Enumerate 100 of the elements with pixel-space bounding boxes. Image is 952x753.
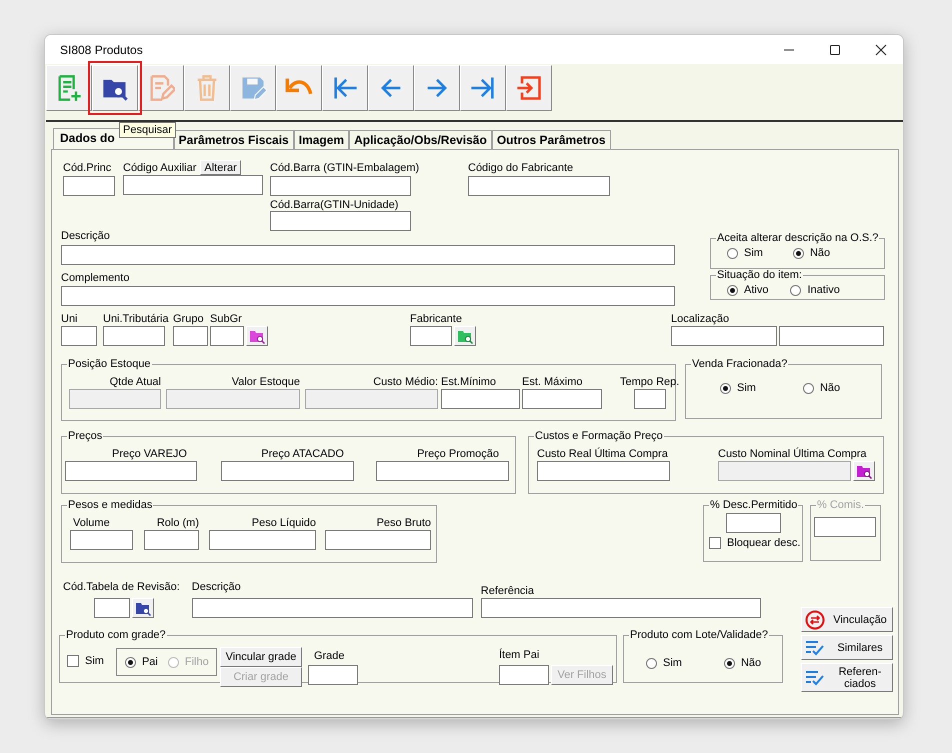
checkbox[interactable] bbox=[709, 537, 721, 549]
radio-button[interactable] bbox=[720, 382, 731, 394]
text-field[interactable] bbox=[726, 513, 781, 533]
group-title: Produto com Lote/Validade? bbox=[629, 629, 769, 641]
field-label: SubGr bbox=[210, 312, 242, 326]
radio-button[interactable] bbox=[792, 248, 804, 258]
folder-search-icon bbox=[135, 600, 151, 616]
text-field[interactable] bbox=[480, 598, 761, 618]
toolbar-button[interactable] bbox=[506, 65, 552, 111]
text-field[interactable] bbox=[63, 176, 115, 196]
field-label: Descrição bbox=[192, 580, 241, 594]
text-field[interactable] bbox=[325, 530, 431, 550]
lookup-button[interactable] bbox=[853, 461, 875, 481]
text-field[interactable] bbox=[94, 598, 130, 618]
tab[interactable]: Aplicação/Obs/Revisão bbox=[349, 130, 492, 149]
text-field[interactable] bbox=[671, 326, 777, 346]
list-check-icon bbox=[805, 638, 825, 656]
text-field[interactable] bbox=[634, 389, 666, 409]
group-title: Situação do item: bbox=[716, 269, 803, 281]
field-label: Est.Mínimo bbox=[441, 375, 496, 389]
radio-button[interactable] bbox=[646, 658, 657, 668]
text-field[interactable] bbox=[70, 530, 133, 550]
text-field[interactable] bbox=[441, 389, 520, 409]
text-field[interactable] bbox=[65, 461, 197, 481]
text-field[interactable] bbox=[192, 598, 473, 618]
alterar-button[interactable]: Alterar bbox=[200, 160, 241, 175]
toolbar-button[interactable] bbox=[414, 65, 460, 111]
radio-button[interactable] bbox=[724, 658, 735, 668]
toolbar-button[interactable] bbox=[276, 65, 322, 111]
toolbar-button[interactable] bbox=[460, 65, 506, 111]
text-field[interactable] bbox=[123, 175, 263, 195]
maximize-icon[interactable] bbox=[829, 44, 841, 56]
group-title: Aceita alterar descrição na O.S.? bbox=[716, 232, 880, 244]
window-title: SI808 Produtos bbox=[60, 42, 143, 56]
text-field[interactable] bbox=[468, 176, 610, 196]
text-field[interactable] bbox=[814, 517, 876, 537]
group-title: % Comis. bbox=[816, 499, 866, 511]
field-label: Custo Real Última Compra bbox=[537, 447, 668, 461]
text-field[interactable] bbox=[209, 530, 316, 550]
field-label: Cód.Barra (GTIN-Embalagem) bbox=[270, 161, 420, 176]
field-label: Est. Máximo bbox=[522, 375, 583, 389]
text-field[interactable] bbox=[410, 326, 452, 346]
radio-button[interactable] bbox=[124, 656, 136, 668]
lookup-button[interactable] bbox=[454, 326, 476, 346]
toolbar-button[interactable] bbox=[46, 65, 92, 111]
text-field[interactable] bbox=[779, 326, 884, 346]
close-icon[interactable] bbox=[875, 44, 887, 56]
text-field[interactable] bbox=[308, 665, 358, 685]
side-button[interactable]: Similares bbox=[801, 635, 893, 660]
text-field[interactable] bbox=[144, 530, 199, 550]
text-field[interactable] bbox=[270, 176, 411, 196]
text-field[interactable] bbox=[221, 461, 354, 481]
text-field[interactable] bbox=[270, 211, 411, 231]
field-label: Preço ATACADO bbox=[261, 447, 345, 461]
text-field[interactable] bbox=[522, 389, 602, 409]
radio-label: Filho bbox=[184, 656, 209, 668]
folder-search-icon bbox=[457, 328, 473, 344]
text-field[interactable] bbox=[498, 665, 549, 685]
text-field[interactable] bbox=[61, 326, 97, 346]
vincular-grade-button[interactable]: Vincular grade bbox=[220, 647, 302, 667]
field-label: Uni.Tributária bbox=[103, 312, 169, 326]
radio-button[interactable] bbox=[802, 382, 814, 394]
radio-label: Sim bbox=[737, 382, 756, 394]
text-field[interactable] bbox=[537, 461, 670, 481]
radio-label: Não bbox=[740, 657, 762, 669]
tab[interactable]: Outros Parâmetros bbox=[492, 130, 611, 149]
field-label: Qtde Atual bbox=[110, 375, 161, 389]
tab[interactable]: Parâmetros Fiscais bbox=[174, 130, 294, 149]
text-field[interactable] bbox=[173, 326, 208, 346]
toolbar-button[interactable] bbox=[322, 65, 368, 111]
side-button[interactable]: Vinculação bbox=[801, 607, 893, 632]
field-label: Cód.Barra(GTIN-Unidade) bbox=[270, 198, 398, 211]
checkbox-label: Bloquear desc. bbox=[727, 537, 800, 549]
field-label: Volume bbox=[72, 516, 110, 530]
toolbar-button[interactable] bbox=[368, 65, 414, 111]
text-field[interactable] bbox=[61, 245, 675, 265]
group-title: Preços bbox=[67, 430, 104, 442]
field-label: Cód.Princ bbox=[63, 161, 112, 176]
radio-button[interactable] bbox=[790, 284, 802, 296]
side-button[interactable]: Referen- ciados bbox=[801, 663, 893, 692]
lookup-button[interactable] bbox=[246, 326, 268, 346]
field-label: Complemento bbox=[61, 271, 130, 285]
lookup-button[interactable] bbox=[132, 598, 154, 618]
text-field[interactable] bbox=[61, 286, 675, 306]
checkbox[interactable] bbox=[67, 655, 79, 667]
text-field[interactable] bbox=[210, 326, 244, 346]
group-title: Pesos e medidas bbox=[67, 499, 154, 511]
field-label: Custo Nominal Última Compra bbox=[718, 447, 867, 461]
text-field[interactable] bbox=[103, 326, 165, 346]
field-label: Tempo Rep. bbox=[620, 375, 680, 389]
radio-label: Pai bbox=[142, 656, 158, 668]
radio-button[interactable] bbox=[727, 248, 738, 258]
text-field[interactable] bbox=[376, 461, 509, 481]
group-title: Posição Estoque bbox=[67, 358, 152, 370]
exchange-icon bbox=[805, 610, 825, 630]
radio-button[interactable] bbox=[727, 284, 738, 296]
field-label: Fabricante bbox=[410, 312, 462, 326]
group-title: Venda Fracionada? bbox=[691, 358, 788, 370]
tab[interactable]: Imagem bbox=[294, 130, 350, 149]
field-label: Peso Líquido bbox=[252, 516, 316, 530]
